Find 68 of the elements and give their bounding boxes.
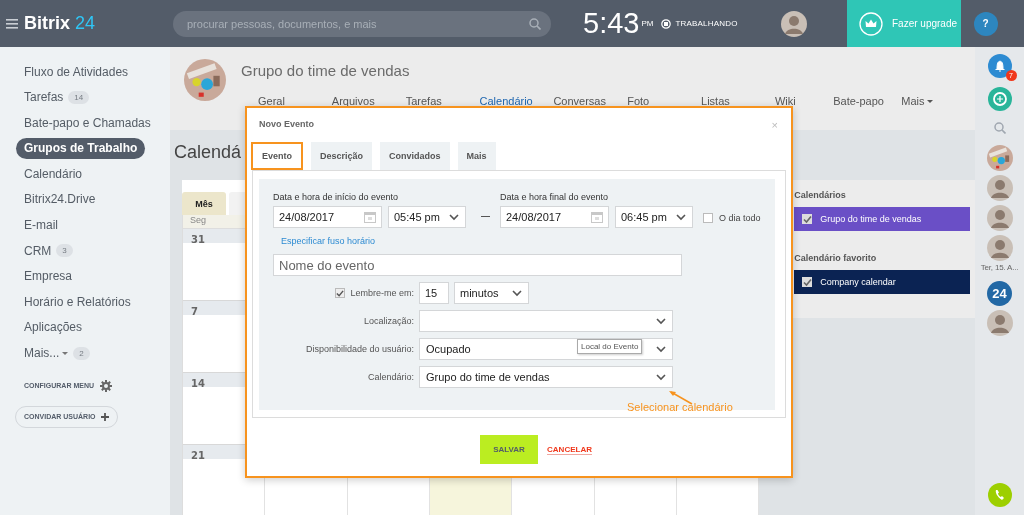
sidebar-item[interactable]: Empresa: [16, 265, 81, 287]
sidebar-item[interactable]: Fluxo de Atividades: [16, 61, 137, 82]
view-tab[interactable]: Mês: [182, 192, 226, 215]
dialog-tab[interactable]: Evento: [251, 142, 303, 170]
checkbox-label: O dia todo: [719, 213, 761, 223]
field-label: Calendário:: [367, 372, 414, 382]
group-tab[interactable]: Tarefas: [405, 95, 480, 107]
dialog-tab[interactable]: Convidados: [380, 142, 450, 170]
day-number: 21: [191, 450, 205, 461]
timezone-link[interactable]: Especificar fuso horário: [281, 236, 376, 246]
search-field[interactable]: procurar pessoas, documentos, e mais: [173, 10, 551, 37]
sidebar-item[interactable]: Tarefas 14: [16, 86, 98, 108]
field-label: Disponibilidade do usuário:: [305, 344, 414, 354]
group-tab[interactable]: Foto: [627, 95, 702, 107]
sidebar-item[interactable]: Bitrix24.Drive: [16, 188, 104, 210]
dropdown-select[interactable]: Grupo do time de vendas: [419, 366, 673, 388]
group-tab[interactable]: Listas: [701, 95, 775, 107]
group-tab[interactable]: Arquivos: [331, 95, 406, 107]
calendar-item[interactable]: Company calendar: [794, 270, 970, 294]
tooltip: Local do Evento: [577, 339, 643, 354]
annotation-text: Selecionar calendário: [627, 401, 733, 413]
day-number: 7: [191, 306, 198, 317]
time-select[interactable]: 06:45 pm: [615, 206, 693, 228]
sidebar-item[interactable]: Calendário: [16, 163, 91, 185]
group-tab[interactable]: Bate-papo: [833, 95, 902, 107]
section-title: Calendários: [794, 190, 847, 200]
field-label: Lembre-me em:: [350, 288, 414, 298]
calendar-item[interactable]: Grupo do time de vendas: [794, 207, 970, 231]
save-button[interactable]: SALVAR: [480, 435, 539, 464]
time-select[interactable]: 05:45 pm: [388, 206, 466, 228]
sidebar-item[interactable]: Grupos de Trabalho: [16, 137, 146, 159]
cancel-link[interactable]: CANCELAR: [547, 444, 592, 455]
sidebar-item[interactable]: E-mail: [16, 214, 66, 236]
section-title: Calendário favorito: [794, 253, 878, 263]
clock-period: PM: [641, 19, 654, 28]
app-badge[interactable]: 24: [987, 281, 1012, 306]
group-title: Grupo do time de vendas: [241, 62, 410, 79]
group-tab[interactable]: Calendário: [479, 95, 554, 107]
group-tab[interactable]: Geral: [258, 95, 332, 107]
clock-time: 5:43: [583, 9, 640, 38]
day-number: 31: [191, 234, 205, 245]
dialog-title: Novo Evento: [259, 119, 314, 131]
group-tab[interactable]: Conversas: [553, 95, 628, 107]
unit-select[interactable]: minutos: [454, 282, 529, 304]
field-label: Localização:: [363, 316, 414, 326]
event-name-field[interactable]: Nome do evento: [273, 254, 682, 276]
counter-badge: 14: [68, 90, 90, 104]
work-status[interactable]: TRABALHANDO: [675, 19, 738, 28]
group-tab[interactable]: Mais: [901, 95, 976, 107]
sidebar-item[interactable]: CRM 3: [16, 240, 81, 262]
dialog-tab[interactable]: Descrição: [311, 142, 373, 170]
counter-badge: 3: [56, 244, 73, 258]
counter-badge: 2: [73, 346, 90, 360]
sidebar-item[interactable]: Mais... 2: [16, 342, 98, 364]
sidebar-item[interactable]: Aplicações: [16, 316, 91, 338]
sidebar-item[interactable]: Bate-papo e Chamadas: [16, 112, 159, 134]
group-tab[interactable]: Wiki: [774, 95, 834, 107]
sidebar-item[interactable]: Horário e Relatórios: [16, 291, 139, 313]
chat-date: Ter, 15. A...: [980, 263, 1019, 272]
reminder-field[interactable]: 15: [419, 282, 449, 304]
field-label: Data e hora de início do evento: [273, 192, 400, 202]
field-label: Data e hora final do evento: [500, 192, 610, 202]
help-button[interactable]: ?: [973, 11, 998, 36]
day-number: 14: [191, 378, 205, 389]
date-field[interactable]: 24/08/2017: [500, 206, 609, 228]
logo[interactable]: Bitrix 24: [24, 13, 96, 34]
dialog-tab[interactable]: Mais: [457, 142, 496, 170]
date-field[interactable]: 24/08/2017: [273, 206, 382, 228]
